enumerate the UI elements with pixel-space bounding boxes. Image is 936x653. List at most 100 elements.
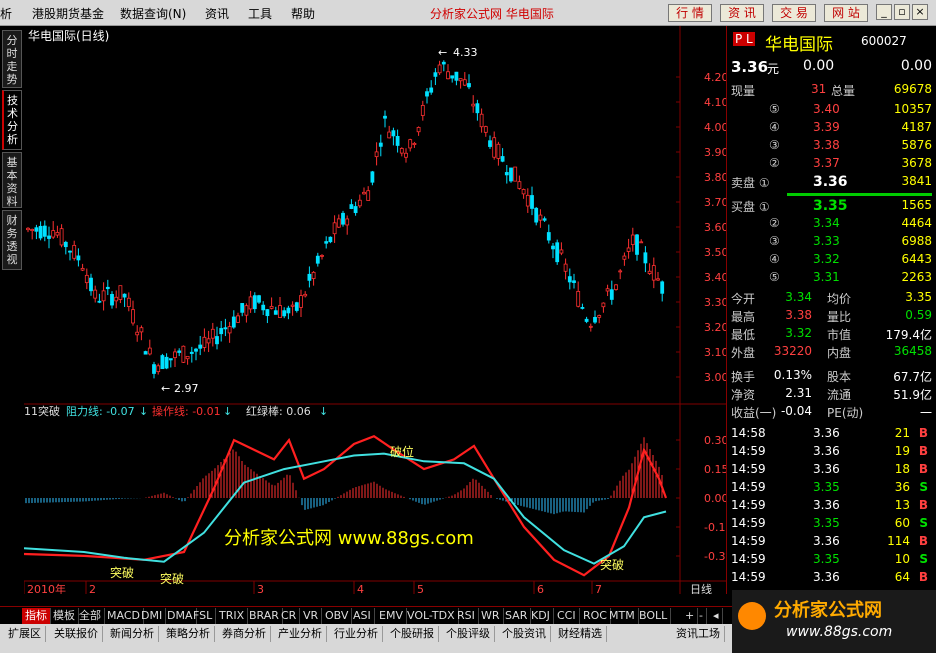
stat-label: 内盘 [827,346,852,360]
ask-volume: 10357 [893,102,932,116]
ask-level: ② [769,156,780,170]
tab-technical[interactable]: 技术分析 [2,90,22,150]
price-tick: 3.70 [704,196,726,209]
function-tab[interactable]: 个股研报 [386,626,439,642]
function-tab[interactable]: 新闻分析 [106,626,159,642]
close-icon[interactable]: × [912,4,928,20]
bid-level: ② [769,216,780,230]
news-button[interactable]: 资 讯 [720,4,764,22]
indicator-tab[interactable]: 全部 [76,608,105,624]
menu-item-tools[interactable]: 工具 [248,5,272,22]
indicator-tab[interactable]: CR [278,608,301,624]
tick-time: 14:58 [731,426,766,440]
menu-item-data-query[interactable]: 数据查询(N) [120,5,186,22]
vertical-tabs: 分时走势 技术分析 基本资料 财务透视 [0,26,24,594]
menu-item-analysis[interactable]: 析 [0,5,12,22]
function-tab[interactable]: 扩展区 [4,626,46,642]
quote-row: 今开 3.34 均价 3.35 [731,290,932,308]
indicator-tab[interactable]: RSI [454,608,479,624]
time-tick: 4 [357,583,364,594]
restore-icon[interactable]: ▫ [894,4,910,20]
bid-volume: 1565 [901,198,932,212]
ask-volume: 4187 [901,120,932,134]
function-tab[interactable]: 产业分析 [274,626,327,642]
function-tab[interactable]: 资讯工场 [672,626,725,642]
bid-level: ⑤ [769,270,780,284]
indicator-tab[interactable]: BOLL [636,608,672,624]
function-tab[interactable]: 策略分析 [162,626,215,642]
indicator-tab[interactable]: 模板 [50,608,79,624]
quote-row: 14:59 3.36 64 B [731,570,932,588]
period-label[interactable]: 日线 [690,582,712,596]
stat-label: 均价 [827,292,852,306]
indicator-tab[interactable]: OBV [322,608,353,624]
chevron-left-icon[interactable]: ◂ [710,608,723,624]
website-button[interactable]: 网 站 [824,4,868,22]
tab-intraday[interactable]: 分时走势 [2,30,22,88]
indicator-tab[interactable]: FSL [190,608,217,624]
minus-icon[interactable]: - [696,608,707,624]
tick-time: 14:59 [731,480,766,494]
tick-price: 3.36 [813,534,840,548]
price-change: 0.00 [803,58,835,74]
function-tab[interactable]: 行业分析 [330,626,383,642]
indicator-tab[interactable]: ASI [350,608,375,624]
price-change-pct: 0.00 [900,58,932,74]
indicator-tab[interactable]: SAR [502,608,532,624]
indicator-tab[interactable]: EMV [376,608,407,624]
arrow-down-icon: ↓ [319,405,328,418]
price-tick: 4.20 [704,71,726,84]
tab-financials[interactable]: 财务透视 [2,210,22,270]
indicator-tab[interactable]: VOL-TDX [404,608,459,624]
function-tab[interactable]: 券商分析 [218,626,271,642]
trade-button[interactable]: 交 易 [772,4,816,22]
stat-label: 外盘 [731,346,756,360]
tick-time: 14:59 [731,552,766,566]
time-tick: 3 [257,583,264,594]
indicator-operation: 操作线: -0.01 [152,404,221,418]
ask-price: 3.36 [813,174,848,190]
quote-button[interactable]: 行 情 [668,4,712,22]
annotation-breakout: 突破 [160,571,184,586]
indicator-tab[interactable]: WR [478,608,504,624]
indicator-tab[interactable]: VR [300,608,323,624]
site-logo: 分析家公式网 www.88gs.com [732,590,936,653]
high-price-label: 4.33 [453,46,478,59]
window-title: 分析家公式网 华电国际 [430,7,554,21]
bid-level: ④ [769,252,780,266]
menu-item-help[interactable]: 帮助 [291,5,315,22]
tick-price: 3.35 [813,480,840,494]
menu-item-hk-futures[interactable]: 港股期货基金 [32,5,104,22]
bid-level: ③ [769,234,780,248]
function-tab[interactable]: 个股资讯 [498,626,551,642]
ask-level: ⑤ [769,102,780,116]
kline-chart[interactable]: 华电国际(日线) 4.33 ← ← 2.97 4.20 4.10 4.00 3.90 3… [23,26,732,596]
time-tick: 6 [537,583,544,594]
stat-label: PE(动) [827,406,864,420]
indicator-tab[interactable]: MTM [606,608,639,624]
indicator-tab[interactable]: KDJ [528,608,554,624]
ask-level: ④ [769,120,780,134]
ask-price: 3.40 [813,102,840,116]
quote-row: ② 3.37 3678 [731,156,932,174]
indicator-tick: -0.15 [704,521,726,534]
function-tab[interactable]: 关联报价 [50,626,103,642]
minimize-icon[interactable]: _ [876,4,892,20]
indicator-tab[interactable]: TRIX [216,608,249,624]
bid-volume: 2263 [901,270,932,284]
indicator-tab[interactable]: CCI [554,608,580,624]
indicator-tab[interactable]: DMI [138,608,167,624]
tab-fundamentals[interactable]: 基本资料 [2,152,22,208]
pl-badge: P L [733,32,755,46]
stat-value: -0.04 [780,404,812,418]
low-arrow-icon: ← [161,382,170,395]
indicator-tab[interactable]: 指标 [22,608,51,624]
quote-row: 买盘 ① 3.35 1565 [731,198,932,216]
function-tab[interactable]: 个股评级 [442,626,495,642]
stat-value: 0.59 [905,308,932,322]
function-tab[interactable]: 财经精选 [554,626,607,642]
chart-area[interactable]: 华电国际(日线) 4.33 ← ← 2.97 4.20 4.10 4.00 3.90 3… [23,26,732,596]
quote-row: 14:59 3.36 114 B [731,534,932,552]
menu-item-news[interactable]: 资讯 [205,5,229,22]
book-divider [787,193,932,196]
